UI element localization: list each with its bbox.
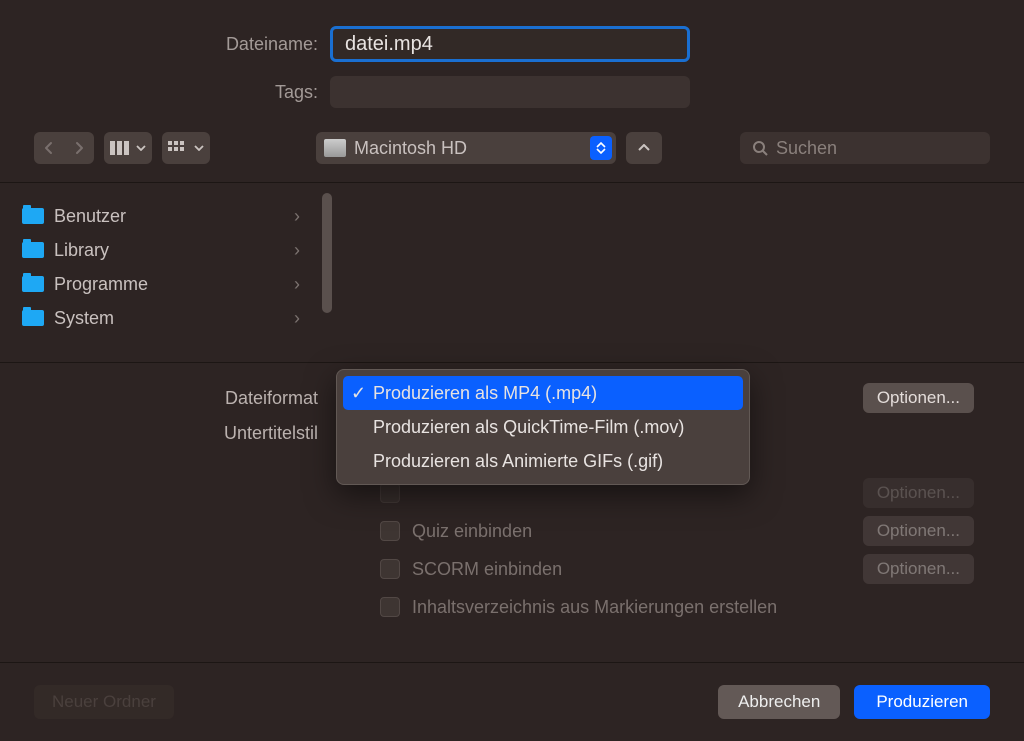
toolbar: Macintosh HD Suchen	[0, 122, 1024, 174]
scorm-options-button: Optionen...	[863, 554, 974, 584]
search-input[interactable]: Suchen	[740, 132, 990, 164]
subtitle-style-label: Untertitelstil	[0, 423, 330, 444]
column-scrollbar[interactable]	[322, 193, 332, 313]
scorm-label: SCORM einbinden	[412, 559, 863, 580]
file-browser: Benutzer › Library › Programme › System …	[0, 183, 1024, 363]
options-section: Dateiformat Optionen... Untertitelstil O…	[0, 363, 1024, 626]
folder-item[interactable]: Library ›	[22, 233, 320, 267]
produce-button[interactable]: Produzieren	[854, 685, 990, 719]
folder-icon	[22, 276, 44, 292]
folder-icon	[22, 310, 44, 326]
bottom-bar: Neuer Ordner Abbrechen Produzieren	[0, 662, 1024, 741]
fileformat-dropdown[interactable]: ✓ Produzieren als MP4 (.mp4) Produzieren…	[336, 369, 750, 485]
tags-label: Tags:	[0, 82, 330, 103]
search-placeholder: Suchen	[776, 138, 837, 159]
filename-input[interactable]	[330, 26, 690, 62]
chevron-right-icon: ›	[294, 240, 300, 261]
location-name: Macintosh HD	[354, 138, 590, 159]
forward-button[interactable]	[64, 132, 94, 164]
fileformat-options-button[interactable]: Optionen...	[863, 383, 974, 413]
dropdown-item-mov[interactable]: Produzieren als QuickTime-Film (.mov)	[343, 410, 743, 444]
folder-icon	[22, 242, 44, 258]
toc-checkbox[interactable]	[380, 597, 400, 617]
checkbox	[380, 483, 400, 503]
chevron-right-icon: ›	[294, 308, 300, 329]
back-button[interactable]	[34, 132, 64, 164]
dropdown-item-gif[interactable]: Produzieren als Animierte GIFs (.gif)	[343, 444, 743, 478]
folder-item[interactable]: System ›	[22, 301, 320, 335]
quiz-checkbox[interactable]	[380, 521, 400, 541]
dropdown-stepper-icon	[590, 136, 612, 160]
cancel-button[interactable]: Abbrechen	[718, 685, 840, 719]
folder-item[interactable]: Programme ›	[22, 267, 320, 301]
disk-icon	[324, 139, 346, 157]
filename-label: Dateiname:	[0, 34, 330, 55]
collapse-button[interactable]	[626, 132, 662, 164]
check-icon: ✓	[351, 383, 366, 404]
quiz-label: Quiz einbinden	[412, 521, 863, 542]
nav-back-forward	[34, 132, 94, 164]
chevron-right-icon: ›	[294, 274, 300, 295]
view-columns-button[interactable]	[104, 132, 152, 164]
quiz-options-button: Optionen...	[863, 516, 974, 546]
scorm-checkbox[interactable]	[380, 559, 400, 579]
new-folder-button[interactable]: Neuer Ordner	[34, 685, 174, 719]
toc-label: Inhaltsverzeichnis aus Markierungen erst…	[412, 597, 974, 618]
column-0: Benutzer › Library › Programme › System …	[0, 183, 320, 362]
location-dropdown[interactable]: Macintosh HD	[316, 132, 616, 164]
tags-input[interactable]	[330, 76, 690, 108]
options-button-disabled: Optionen...	[863, 478, 974, 508]
folder-icon	[22, 208, 44, 224]
chevron-right-icon: ›	[294, 206, 300, 227]
group-by-button[interactable]	[162, 132, 210, 164]
dropdown-item-mp4[interactable]: ✓ Produzieren als MP4 (.mp4)	[343, 376, 743, 410]
folder-item[interactable]: Benutzer ›	[22, 199, 320, 233]
fileformat-label: Dateiformat	[0, 388, 330, 409]
